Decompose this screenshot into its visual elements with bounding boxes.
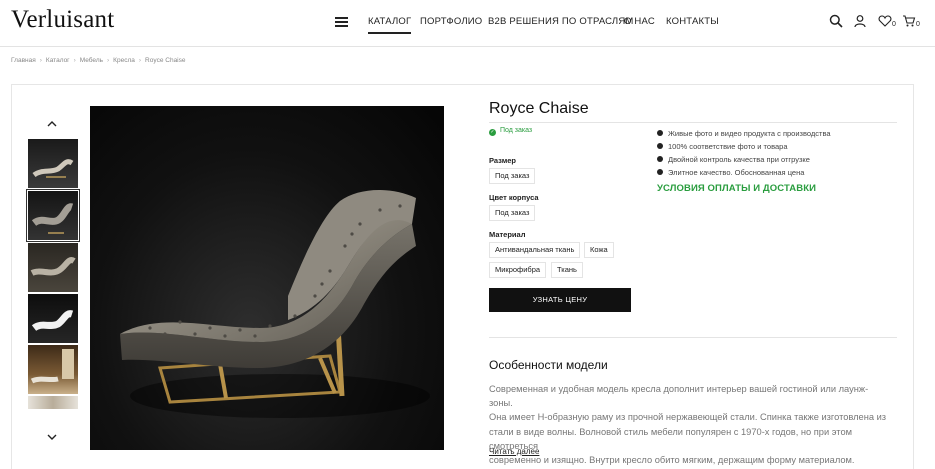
- crumb-separator: ›: [107, 57, 110, 64]
- nav-contacts[interactable]: КОНТАКТЫ: [666, 16, 719, 27]
- divider: [489, 122, 897, 123]
- gallery-thumbnail-selected[interactable]: [26, 189, 80, 242]
- gallery-thumbnail[interactable]: [28, 243, 78, 292]
- details-line: Она имеет Н-образную раму из прочной нер…: [489, 412, 887, 423]
- feature-item: Элитное качество. Обоснованная цена: [657, 168, 804, 177]
- cart-icon[interactable]: [902, 14, 916, 28]
- check-icon: ✓: [489, 129, 496, 136]
- payment-delivery-link[interactable]: УСЛОВИЯ ОПЛАТЫ И ДОСТАВКИ: [657, 183, 816, 194]
- feature-item: Живые фото и видео продукта с производст…: [657, 129, 831, 138]
- nav-catalog[interactable]: КАТАЛОГ: [368, 16, 412, 34]
- body-color-label: Цвет корпуса: [489, 193, 539, 202]
- gallery-thumbnail[interactable]: [28, 139, 78, 188]
- material-option-antivandal[interactable]: Антивандальная ткань: [489, 242, 581, 258]
- nav-portfolio[interactable]: ПОРТФОЛИО: [420, 16, 482, 27]
- feature-text: Двойной контроль качества при отгрузке: [668, 155, 810, 164]
- chevron-up-icon[interactable]: [47, 120, 57, 128]
- read-more-link[interactable]: Читать далее: [489, 447, 539, 456]
- feature-item: Двойной контроль качества при отгрузке: [657, 155, 810, 164]
- crumb-current: Royce Chaise: [145, 57, 186, 64]
- crumb-chairs[interactable]: Кресла: [113, 57, 135, 64]
- details-heading: Особенности модели: [489, 358, 608, 372]
- wishlist-count: 0: [892, 21, 896, 28]
- check-icon: [657, 130, 663, 136]
- crumb-separator: ›: [73, 57, 76, 64]
- material-option-microfiber[interactable]: Микрофибра: [489, 262, 547, 278]
- user-icon[interactable]: [853, 14, 867, 28]
- size-option[interactable]: Под заказ: [489, 168, 536, 184]
- details-line: современно и изящно. Внутри кресло обито…: [489, 455, 855, 466]
- availability-status: ✓ Под заказ: [489, 127, 532, 136]
- check-icon: [657, 169, 663, 175]
- check-icon: [657, 143, 663, 149]
- search-icon[interactable]: [829, 14, 843, 28]
- feature-text: 100% соответствие фото и товара: [668, 142, 788, 151]
- product-title: Royce Chaise: [489, 100, 589, 117]
- gallery-thumbnail[interactable]: [28, 396, 78, 409]
- size-label: Размер: [489, 156, 517, 165]
- get-price-button[interactable]: УЗНАТЬ ЦЕНУ: [489, 288, 631, 312]
- details-text: Современная и удобная модель кресла допо…: [489, 382, 891, 469]
- feature-item: 100% соответствие фото и товара: [657, 142, 788, 151]
- crumb-furniture[interactable]: Мебель: [80, 57, 103, 64]
- feature-text: Живые фото и видео продукта с производст…: [668, 129, 831, 138]
- cart-count: 0: [916, 21, 920, 28]
- material-label: Материал: [489, 230, 526, 239]
- heart-icon[interactable]: [878, 14, 892, 28]
- menu-icon[interactable]: [335, 17, 348, 27]
- product-main-image[interactable]: [90, 106, 444, 450]
- site-header: Verluisant КАТАЛОГ ПОРТФОЛИО B2B РЕШЕНИЯ…: [0, 0, 935, 47]
- crumb-separator: ›: [138, 57, 142, 64]
- material-option-fabric[interactable]: Ткань: [551, 262, 583, 278]
- body-color-option[interactable]: Под заказ: [489, 205, 536, 221]
- chevron-down-icon[interactable]: [47, 433, 57, 441]
- crumb-separator: ›: [39, 57, 42, 64]
- details-line: Современная и удобная модель кресла допо…: [489, 384, 869, 409]
- crumb-catalog[interactable]: Каталог: [46, 57, 70, 64]
- logo[interactable]: Verluisant: [11, 6, 114, 34]
- breadcrumb: Главная › Каталог › Мебель › Кресла › Royce Chai…: [11, 57, 186, 64]
- details-line: стали в виде волны. Волновой стиль мебел…: [489, 426, 852, 451]
- check-icon: [657, 156, 663, 162]
- nav-about[interactable]: О НАС: [624, 16, 655, 27]
- divider: [489, 337, 897, 338]
- crumb-home[interactable]: Главная: [11, 57, 36, 64]
- feature-text: Элитное качество. Обоснованная цена: [668, 168, 805, 177]
- gallery-thumbnail[interactable]: [28, 345, 78, 394]
- material-option-leather[interactable]: Кожа: [584, 242, 614, 258]
- gallery-thumbnail[interactable]: [28, 294, 78, 343]
- nav-b2b[interactable]: B2B РЕШЕНИЯ ПО ОТРАСЛЯМ: [488, 16, 634, 27]
- availability-text: Под заказ: [500, 127, 533, 134]
